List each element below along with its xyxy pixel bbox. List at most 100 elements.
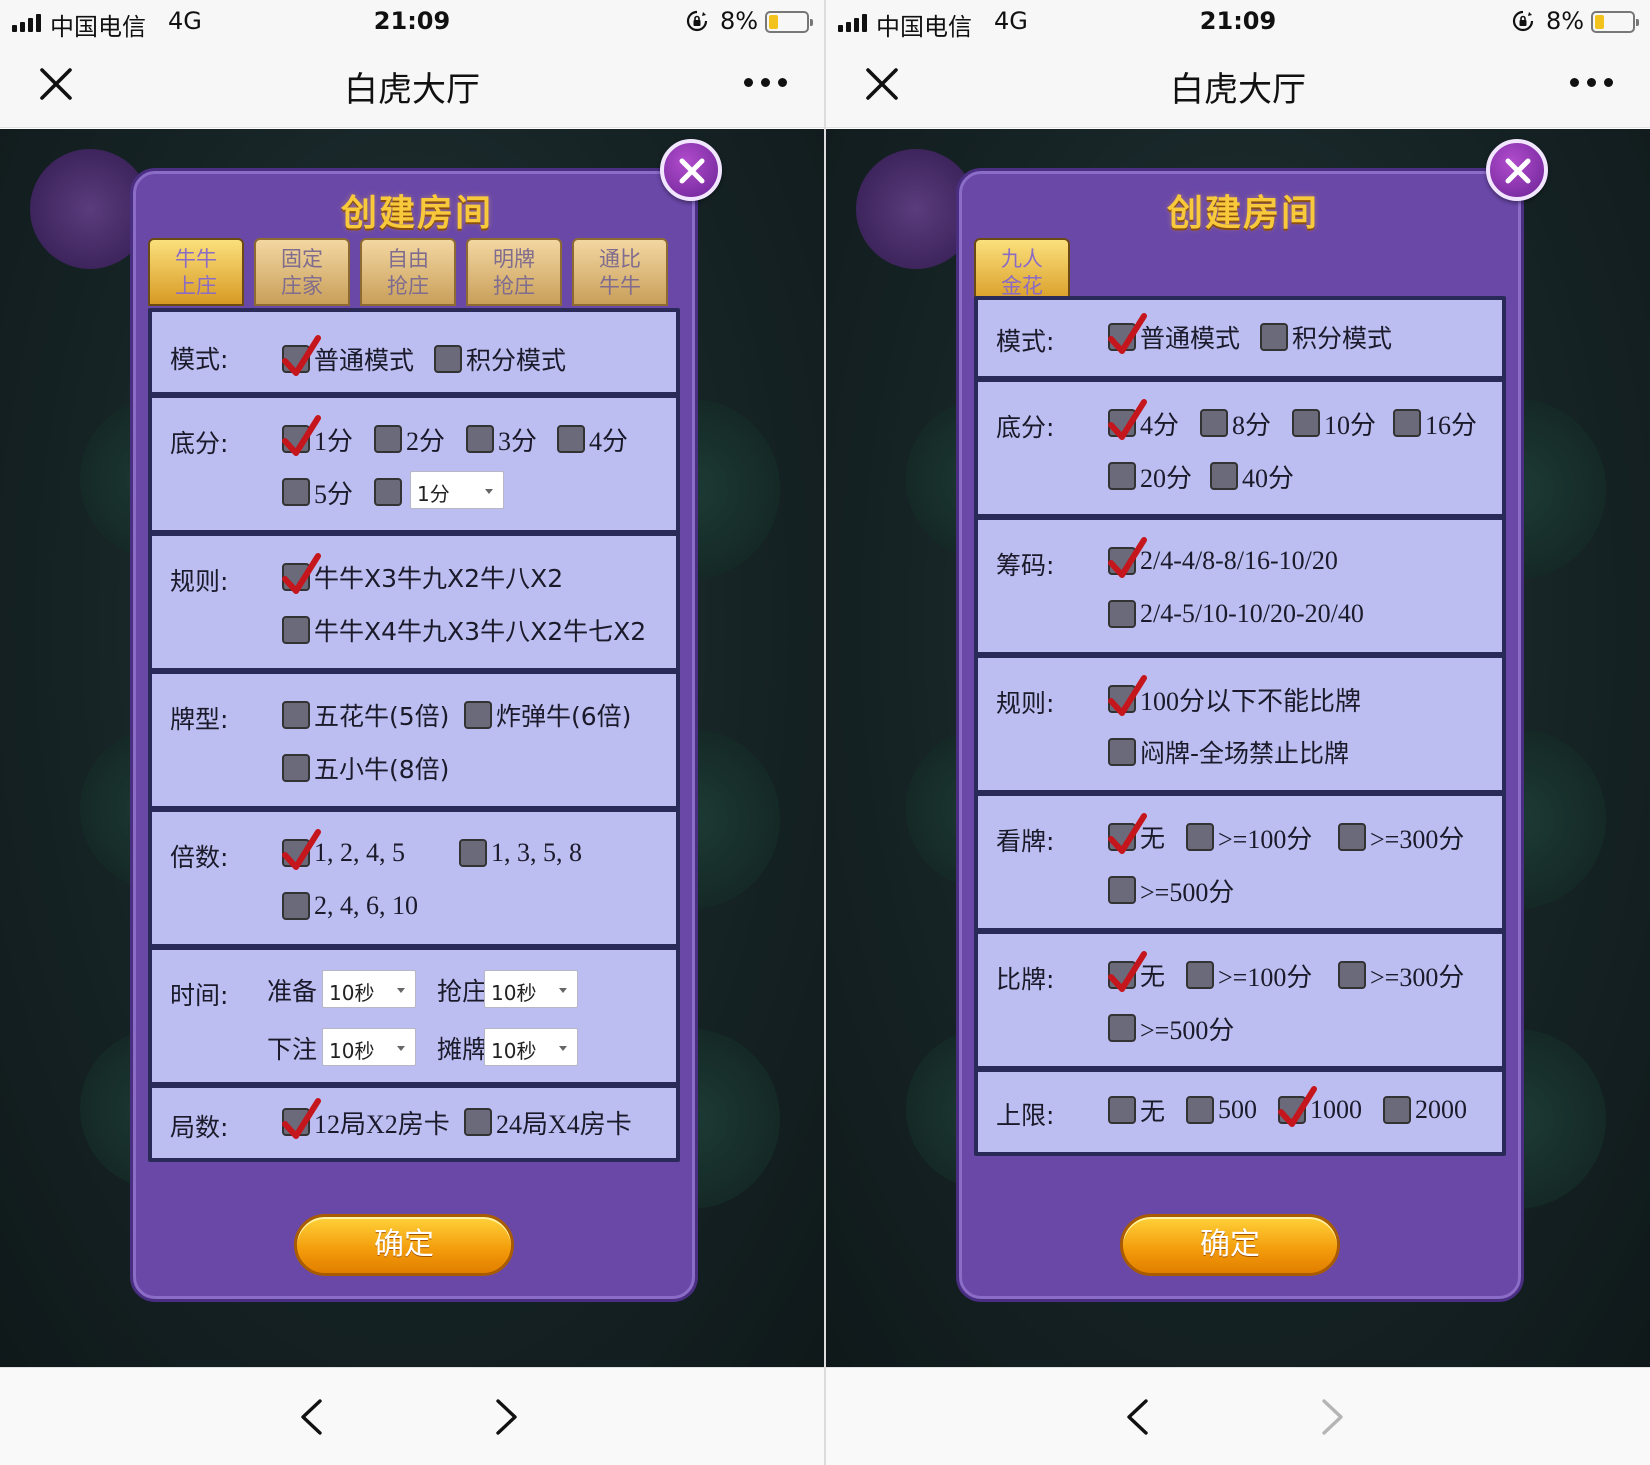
option-checkbox[interactable]: 2/4-5/10-10/20-20/40 xyxy=(1108,597,1364,631)
option-checkbox[interactable]: 4分 xyxy=(557,422,628,456)
option-checkbox[interactable]: 1000 xyxy=(1278,1086,1362,1127)
chevron-left-icon[interactable] xyxy=(298,1398,324,1440)
checkbox-unchecked[interactable] xyxy=(466,425,494,453)
option-checkbox[interactable]: 20分 xyxy=(1108,459,1192,493)
checkbox-checked[interactable] xyxy=(282,553,321,594)
checkbox-checked[interactable] xyxy=(1108,951,1147,992)
checkbox-checked[interactable] xyxy=(1108,313,1147,354)
option-checkbox[interactable]: 4分 xyxy=(1108,399,1179,440)
checkbox-unchecked[interactable] xyxy=(374,425,402,453)
option-checkbox[interactable]: >=300分 xyxy=(1338,958,1464,992)
option-checkbox[interactable]: 40分 xyxy=(1210,459,1294,493)
checkbox-unchecked[interactable] xyxy=(374,478,402,506)
option-checkbox[interactable]: 牛牛X4牛九X3牛八X2牛七X2 xyxy=(282,613,646,647)
option-checkbox[interactable]: >=500分 xyxy=(1108,1011,1234,1045)
option-checkbox[interactable]: 1, 2, 4, 5 xyxy=(282,829,405,870)
option-checkbox[interactable]: 24局X4房卡 xyxy=(464,1105,632,1139)
checkbox-unchecked[interactable] xyxy=(557,425,585,453)
option-checkbox[interactable]: 16分 xyxy=(1393,406,1477,440)
chevron-right-icon[interactable] xyxy=(494,1398,520,1440)
tab-game-type[interactable]: 固定 庄家 xyxy=(254,238,350,306)
timer-select[interactable]: 10秒 xyxy=(322,970,416,1008)
option-checkbox[interactable]: >=100分 xyxy=(1186,820,1312,854)
option-checkbox[interactable]: 500 xyxy=(1186,1093,1257,1127)
checkbox-checked[interactable] xyxy=(1278,1086,1317,1127)
checkbox-unchecked[interactable] xyxy=(464,701,492,729)
option-checkbox[interactable]: 2000 xyxy=(1383,1093,1467,1127)
option-checkbox[interactable]: 无 xyxy=(1108,813,1165,854)
checkbox-checked[interactable] xyxy=(282,1098,321,1139)
checkbox-unchecked[interactable] xyxy=(1338,961,1366,989)
checkbox-unchecked[interactable] xyxy=(1108,738,1136,766)
tab-game-type[interactable]: 通比 牛牛 xyxy=(572,238,668,306)
option-checkbox[interactable]: >=300分 xyxy=(1338,820,1464,854)
timer-select[interactable]: 10秒 xyxy=(322,1028,416,1066)
checkbox-checked[interactable] xyxy=(1108,813,1147,854)
modal-close-icon[interactable] xyxy=(660,139,722,201)
checkbox-unchecked[interactable] xyxy=(1383,1096,1411,1124)
option-checkbox[interactable]: 牛牛X3牛九X2牛八X2 xyxy=(282,553,563,594)
modal-close-icon[interactable] xyxy=(1486,139,1548,201)
more-icon[interactable] xyxy=(1570,78,1613,87)
checkbox-unchecked[interactable] xyxy=(1108,1096,1136,1124)
option-checkbox[interactable]: 闷牌-全场禁止比牌 xyxy=(1108,735,1349,769)
option-checkbox[interactable]: 普通模式 xyxy=(282,335,414,376)
checkbox-unchecked[interactable] xyxy=(1108,462,1136,490)
option-checkbox[interactable]: >=500分 xyxy=(1108,873,1234,907)
tab-game-type[interactable]: 明牌 抢庄 xyxy=(466,238,562,306)
option-checkbox[interactable]: 五花牛(5倍) xyxy=(282,698,449,732)
checkbox-unchecked[interactable] xyxy=(1338,823,1366,851)
checkbox-unchecked[interactable] xyxy=(282,478,310,506)
checkbox-unchecked[interactable] xyxy=(1210,462,1238,490)
checkbox-unchecked[interactable] xyxy=(1186,823,1214,851)
option-checkbox[interactable]: 2/4-4/8-8/16-10/20 xyxy=(1108,537,1338,578)
option-checkbox[interactable]: 12局X2房卡 xyxy=(282,1098,450,1139)
checkbox-checked[interactable] xyxy=(282,829,321,870)
checkbox-unchecked[interactable] xyxy=(459,839,487,867)
checkbox-checked[interactable] xyxy=(1108,537,1147,578)
base-score-select[interactable]: 1分 xyxy=(410,471,504,509)
checkbox-checked[interactable] xyxy=(282,415,321,456)
checkbox-unchecked[interactable] xyxy=(1108,600,1136,628)
checkbox-unchecked[interactable] xyxy=(1292,409,1320,437)
checkbox-unchecked[interactable] xyxy=(282,892,310,920)
option-checkbox[interactable]: 炸弹牛(6倍) xyxy=(464,698,631,732)
option-checkbox[interactable]: >=100分 xyxy=(1186,958,1312,992)
confirm-button[interactable]: 确定 xyxy=(294,1214,514,1276)
checkbox-unchecked[interactable] xyxy=(1393,409,1421,437)
option-checkbox[interactable]: 积分模式 xyxy=(434,342,566,376)
checkbox-checked[interactable] xyxy=(1108,399,1147,440)
option-checkbox[interactable]: 10分 xyxy=(1292,406,1376,440)
confirm-button[interactable]: 确定 xyxy=(1120,1214,1340,1276)
checkbox-unchecked[interactable] xyxy=(1186,1096,1214,1124)
timer-select[interactable]: 10秒 xyxy=(484,970,578,1008)
checkbox-unchecked[interactable] xyxy=(1200,409,1228,437)
checkbox-unchecked[interactable] xyxy=(282,754,310,782)
option-checkbox[interactable] xyxy=(374,475,406,509)
tab-game-type[interactable]: 牛牛 上庄 xyxy=(148,238,244,306)
option-checkbox[interactable]: 100分以下不能比牌 xyxy=(1108,675,1361,716)
more-icon[interactable] xyxy=(744,78,787,87)
option-checkbox[interactable]: 2, 4, 6, 10 xyxy=(282,889,418,923)
option-checkbox[interactable]: 积分模式 xyxy=(1260,320,1392,354)
checkbox-unchecked[interactable] xyxy=(282,701,310,729)
option-checkbox[interactable]: 无 xyxy=(1108,1093,1165,1127)
checkbox-checked[interactable] xyxy=(282,335,321,376)
chevron-left-icon[interactable] xyxy=(1124,1398,1150,1440)
timer-select[interactable]: 10秒 xyxy=(484,1028,578,1066)
option-checkbox[interactable]: 3分 xyxy=(466,422,537,456)
option-checkbox[interactable]: 无 xyxy=(1108,951,1165,992)
checkbox-unchecked[interactable] xyxy=(1186,961,1214,989)
checkbox-unchecked[interactable] xyxy=(282,616,310,644)
checkbox-unchecked[interactable] xyxy=(434,345,462,373)
option-checkbox[interactable]: 1分 xyxy=(282,415,353,456)
tab-game-type[interactable]: 自由 抢庄 xyxy=(360,238,456,306)
option-checkbox[interactable]: 2分 xyxy=(374,422,445,456)
option-checkbox[interactable]: 普通模式 xyxy=(1108,313,1240,354)
checkbox-unchecked[interactable] xyxy=(1108,876,1136,904)
checkbox-unchecked[interactable] xyxy=(1108,1014,1136,1042)
option-checkbox[interactable]: 五小牛(8倍) xyxy=(282,751,449,785)
option-checkbox[interactable]: 5分 xyxy=(282,475,353,509)
option-checkbox[interactable]: 8分 xyxy=(1200,406,1271,440)
checkbox-unchecked[interactable] xyxy=(464,1108,492,1136)
